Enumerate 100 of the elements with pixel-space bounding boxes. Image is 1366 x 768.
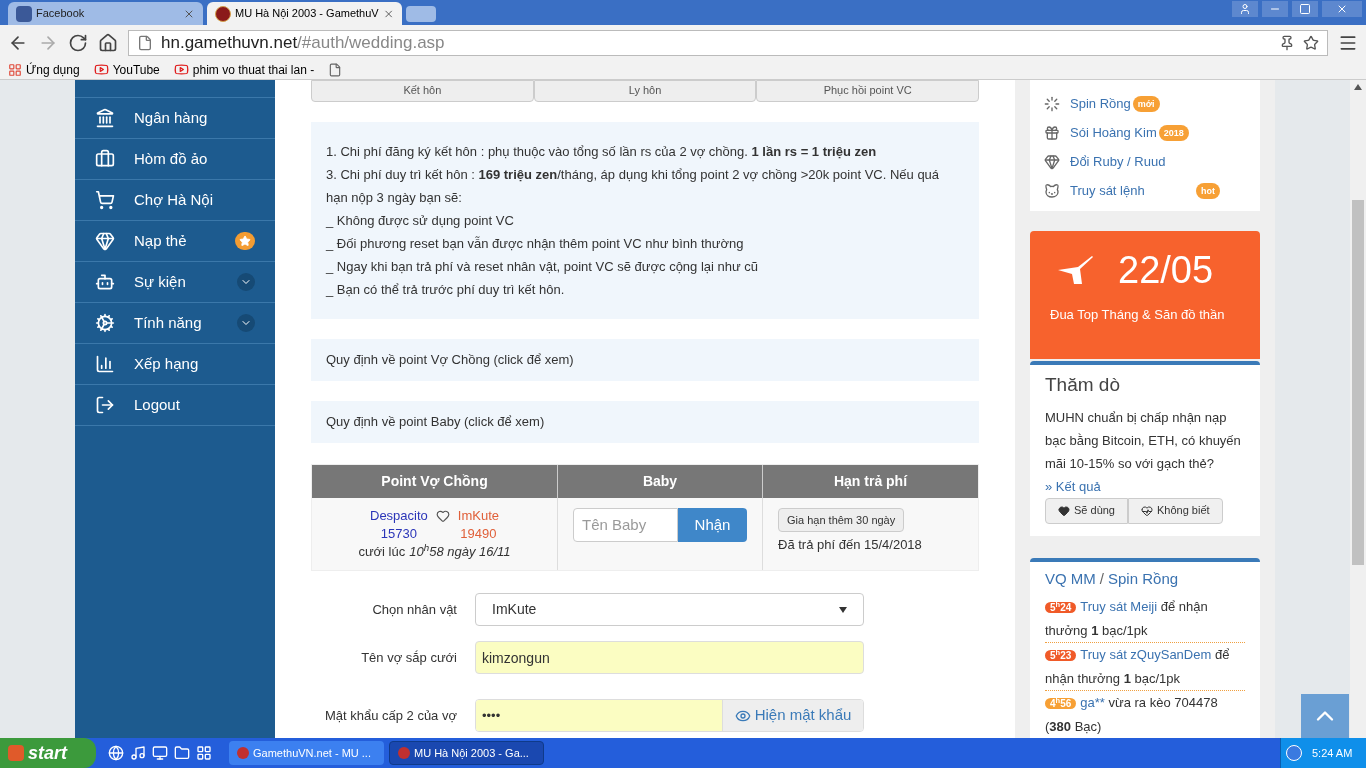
wedding-time: 10$^{h}$58 ngày 16/11 <box>409 543 511 561</box>
bank-icon <box>95 108 115 128</box>
robot-icon <box>95 272 115 292</box>
vote-button[interactable]: Không biết <box>1128 497 1223 524</box>
menu-link[interactable]: Đổi Ruby / Ruud <box>1070 151 1166 172</box>
menu-link[interactable]: Sói Hoàng Kim <box>1070 122 1157 143</box>
sidebar-item[interactable]: Tính năng <box>75 303 275 344</box>
sidebar-item[interactable]: Nạp thẻ <box>75 221 275 262</box>
facebook-icon <box>16 5 32 22</box>
rule-text: _ Bạn có thể trả trước phí duy trì kết hôn. <box>326 281 566 299</box>
dropdown-arrow-icon <box>839 606 847 613</box>
clock-text: 5:24 AM <box>1312 745 1353 761</box>
player-link[interactable]: Truy sát zQuySanDem <box>1080 647 1212 662</box>
vote-button[interactable]: Sẽ dùng <box>1045 497 1128 524</box>
character-select[interactable]: ImKute <box>475 593 864 626</box>
feed-tab-link[interactable]: VQ MM <box>1045 567 1096 590</box>
tab-button[interactable]: Ly hôn <box>533 80 757 102</box>
menu-link[interactable]: Spin Rồng <box>1070 93 1131 114</box>
browser-tab[interactable]: Facebook <box>8 2 203 25</box>
app-icon <box>398 747 410 759</box>
gift-icon <box>1044 124 1060 141</box>
feed-tab-link[interactable]: Spin Rồng <box>1108 567 1179 590</box>
bar-chart-icon <box>95 354 115 374</box>
globe-icon[interactable] <box>108 745 124 761</box>
field-label: Tên vợ sắp cưới <box>360 648 458 667</box>
logout-icon <box>95 395 115 415</box>
briefcase-icon <box>95 149 115 169</box>
feed-entry: 4$^{h}$56 ga** vừa ra kèo 704478 (380 Bạc) <box>1045 694 1219 736</box>
expand-button[interactable] <box>237 273 255 291</box>
collapsible-panel[interactable]: Quy định về point Vợ Chồng (click để xem) <box>311 339 979 381</box>
star-icon[interactable] <box>1303 34 1319 51</box>
file-icon[interactable] <box>328 62 343 77</box>
taskbar-task[interactable]: MU Hà Nội 2003 - Ga... <box>389 741 544 765</box>
show-password-button[interactable]: Hiện mật khẩu <box>722 700 863 731</box>
youtube-icon <box>173 62 189 77</box>
tab-button[interactable]: Phục hồi point VC <box>756 80 979 102</box>
pin-icon[interactable] <box>1279 34 1295 51</box>
spouse-name-field[interactable]: kimzongun <box>475 641 864 674</box>
receive-button[interactable]: Nhận <box>678 508 747 542</box>
field-label: Chọn nhân vật <box>371 600 458 619</box>
column-header: Point Vợ Chồng <box>380 472 489 491</box>
close-icon[interactable] <box>382 7 394 20</box>
desktop-icon[interactable] <box>152 745 168 761</box>
scrollbar[interactable] <box>1350 80 1366 738</box>
heartbeat-icon <box>1141 504 1153 517</box>
paid-until-text: Đã trả phí đến 15/4/2018 <box>778 536 922 554</box>
restore-icon <box>1299 3 1311 15</box>
menu-link[interactable]: Truy sát lệnh <box>1070 180 1145 201</box>
youtube-icon <box>93 62 109 77</box>
field-label: Mật khẩu cấp 2 của vợ <box>323 706 458 725</box>
event-text: Đua Top Tháng & Săn đồ thần <box>1050 306 1226 324</box>
baby-name-field[interactable]: Tên Baby <box>573 508 678 542</box>
wedding-label: cưới lúc <box>358 543 406 561</box>
cat-icon <box>1044 182 1060 199</box>
star-icon <box>239 235 251 247</box>
user-button[interactable] <box>1232 1 1258 17</box>
tab-button[interactable]: Kết hôn <box>311 80 534 102</box>
password-field[interactable]: •••• Hiện mật khẩu <box>475 699 864 732</box>
scroll-up-icon[interactable] <box>1354 84 1362 90</box>
tag-badge: 2018 <box>1158 124 1189 141</box>
diamond-icon <box>1044 153 1060 170</box>
diamond-icon <box>95 231 115 251</box>
home-icon[interactable] <box>98 32 118 53</box>
taskbar-task[interactable]: GamethuVN.net - MU ... <box>229 741 384 765</box>
app-icon <box>237 747 249 759</box>
heart-icon <box>435 509 450 523</box>
page-icon <box>137 34 153 51</box>
address-bar[interactable]: hn.gamethuvn.net/#auth/wedding.asp <box>128 29 1328 56</box>
player-link[interactable]: ga** <box>1080 695 1105 710</box>
poll-title: Thăm dò <box>1045 373 1121 397</box>
start-button[interactable]: start <box>0 738 96 768</box>
tab-title: MU Hà Nội 2003 - GamethuV <box>235 6 379 22</box>
extend-button[interactable]: Gia hạn thêm 30 ngày <box>778 508 905 532</box>
restore-button[interactable] <box>1292 1 1318 17</box>
grid-icon[interactable] <box>196 745 212 761</box>
browser-tab[interactable]: MU Hà Nội 2003 - GamethuV <box>207 2 402 25</box>
wife-points: 19490 <box>460 525 497 543</box>
sidebar-item[interactable]: Sự kiện <box>75 262 275 303</box>
player-link[interactable]: Truy sát Meiji <box>1080 599 1158 614</box>
result-link[interactable]: » Kết quả <box>1045 478 1101 494</box>
user-icon <box>1239 3 1251 15</box>
rule-text: 1. Chi phí đăng ký kết hôn : phụ thuộc vào tổng số lần rs của 2 vợ chồng. 1 lần rs = 1 triệu zen <box>326 143 878 161</box>
cart-icon <box>95 190 115 210</box>
bookmark-link[interactable]: YouTube <box>112 60 160 79</box>
music-icon[interactable] <box>130 745 146 761</box>
apps-icon <box>8 62 22 77</box>
tab-title: Facebook <box>36 6 86 22</box>
folder-icon[interactable] <box>174 745 190 761</box>
husband-name[interactable]: Despacito <box>370 507 428 525</box>
bookmark-link[interactable]: phim vo thuat thai lan - <box>192 60 315 79</box>
close-icon <box>1336 3 1348 15</box>
tag-badge: hot <box>1196 182 1220 199</box>
poll-question: MUHN chuẩn bị chấp nhận nạp bạc bằng Bitcoin, ETH, có khuyến mãi 10-15% so với gạch thẻ? » Kết quả <box>1045 408 1242 496</box>
reload-icon[interactable] <box>68 32 88 53</box>
bookmark-link[interactable]: Ứng dụng <box>26 60 80 79</box>
rule-text: _ Đối phương reset bạn vẫn được nhận thêm point VC như bình thường <box>326 235 745 253</box>
gear-icon <box>95 313 115 333</box>
collapsible-panel[interactable]: Quy định về point Baby (click để xem) <box>311 401 979 443</box>
expand-button[interactable] <box>237 314 255 332</box>
rule-text: 3. Chi phí duy trì kết hôn : 169 triệu zen/tháng, áp dụng khi tổng point 2 vợ chồng >20k point VC. Nếu quá hạn nộp 3 ngày bạn sẽ: <box>326 166 941 207</box>
